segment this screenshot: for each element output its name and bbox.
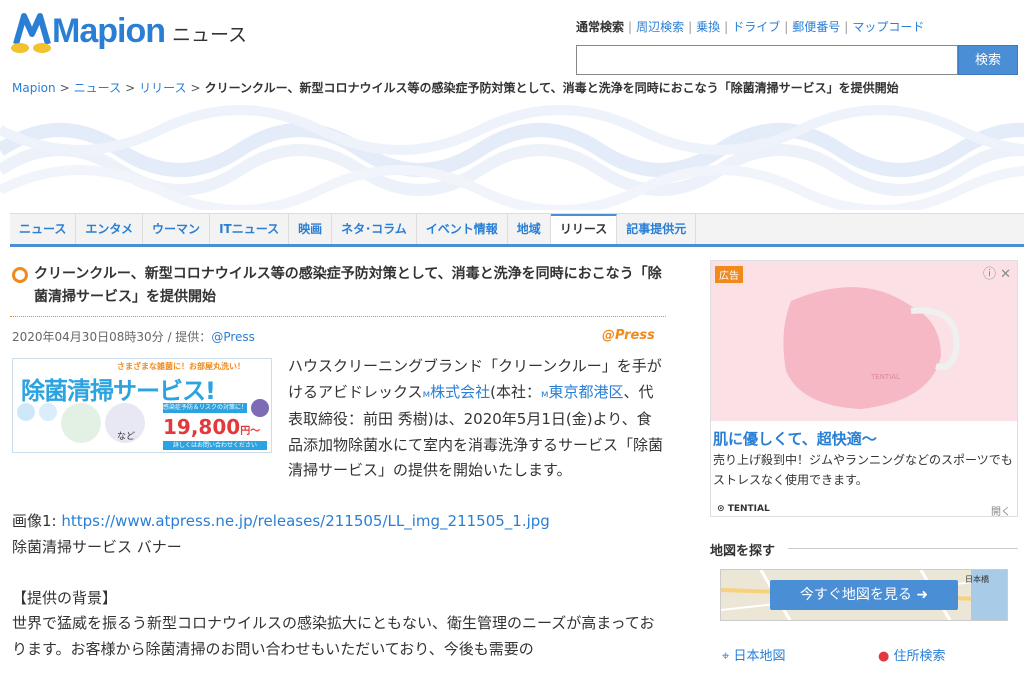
arrow-right-icon: ➜ xyxy=(916,587,929,603)
nav-item-region[interactable]: 地域 xyxy=(508,214,551,244)
nav-item-it-news[interactable]: ITニュース xyxy=(210,214,290,244)
article-paragraph: 世界で猛威を振るう新型コロナウイルスの感染拡大にともない、衛生管理のニーズが高ま… xyxy=(12,614,655,658)
provider-label: 提供： xyxy=(175,330,212,344)
search-tab-postal[interactable]: 郵便番号 xyxy=(792,20,840,34)
company-link[interactable]: ᴍ株式会社 xyxy=(423,383,491,401)
search-tab-mapcode[interactable]: マップコード xyxy=(852,20,924,34)
location-pin-icon: ● xyxy=(878,649,890,664)
search-tab-normal[interactable]: 通常検索 xyxy=(576,20,624,34)
search-button[interactable]: 検索 xyxy=(958,45,1018,75)
mapion-logo[interactable]: Mapion xyxy=(10,8,170,56)
ad-brand: ⊙ TENTIAL xyxy=(717,504,770,514)
ad-headline[interactable]: 肌に優しくて、超快適〜 xyxy=(713,428,877,449)
search-tab-nearby[interactable]: 周辺検索 xyxy=(636,20,684,34)
article-date: 2020年04月30日08時30分 xyxy=(12,330,164,344)
article-meta: 2020年04月30日08時30分 / 提供：@Press xyxy=(12,330,255,344)
banner-price: 19,800 xyxy=(163,415,241,439)
image-url-link[interactable]: https://www.atpress.ne.jp/releases/21150… xyxy=(61,512,549,530)
mapion-mascot-icon xyxy=(11,13,51,53)
sidebar-ad[interactable]: TENTIAL 広告 ⓘ ✕ 肌に優しくて、超快適〜 売り上げ殺到中！ジムやラン… xyxy=(710,260,1018,518)
nav-item-events[interactable]: イベント情報 xyxy=(417,214,508,244)
service-banner-image[interactable]: さまざまな雑菌に！お部屋丸洗い！ 除菌清掃サービス! など 感染症予防＆リスクの… xyxy=(12,358,272,453)
ad-image: TENTIAL xyxy=(711,261,1017,421)
face-mask-icon: TENTIAL xyxy=(783,287,960,409)
svg-text:日本橋: 日本橋 xyxy=(965,574,989,584)
nav-item-column[interactable]: ネタ･コラム xyxy=(332,214,417,244)
address-search-link[interactable]: ● 住所検索 xyxy=(878,645,946,664)
breadcrumb-item-release[interactable]: リリース xyxy=(139,81,186,95)
view-map-button[interactable]: 今すぐ地図を見る ➜ xyxy=(770,580,958,610)
map-section-title: 地図を探す xyxy=(710,544,776,559)
search-tabs: 通常検索 | 周辺検索 | 乗換 | ドライブ | 郵便番号 | マップコード xyxy=(576,20,925,34)
nav-item-woman[interactable]: ウーマン xyxy=(143,214,211,244)
provider-link[interactable]: @Press xyxy=(211,330,255,344)
ad-open-link[interactable]: 開く xyxy=(991,503,1011,518)
atpress-logo: @Press xyxy=(602,328,655,343)
location-link[interactable]: ᴍ東京都港区 xyxy=(541,383,624,401)
decorative-wave-banner xyxy=(0,105,1024,210)
search-tab-drive[interactable]: ドライブ xyxy=(732,20,780,34)
nav-item-providers[interactable]: 記事提供元 xyxy=(617,214,697,244)
article-title: クリーンクルー、新型コロナウイルス等の感染症予防対策として、消毒と洗浄を同時にお… xyxy=(34,266,662,305)
nav-item-entertainment[interactable]: エンタメ xyxy=(76,214,144,244)
banner-headline: 除菌清掃サービス! xyxy=(21,377,216,405)
breadcrumb-current: クリーンクルー、新型コロナウイルス等の感染症予防対策として、消毒と洗浄を同時にお… xyxy=(204,81,899,95)
breadcrumb-item-news[interactable]: ニュース xyxy=(74,81,121,95)
nav-item-movie[interactable]: 映画 xyxy=(289,214,333,244)
svg-text:TENTIAL: TENTIAL xyxy=(870,373,900,381)
japan-map-icon: ⌖ xyxy=(722,649,730,664)
map-section-divider xyxy=(788,548,1018,549)
search-tab-transit[interactable]: 乗換 xyxy=(696,20,720,34)
section-label: ニュース xyxy=(172,24,248,46)
breadcrumb: Mapion > ニュース > リリース > クリーンクルー、新型コロナウイルス等の感染症予… xyxy=(12,81,899,95)
image-caption: 除菌清掃サービス バナー xyxy=(12,537,182,556)
breadcrumb-item-mapion[interactable]: Mapion xyxy=(12,81,56,95)
virus-character-icon xyxy=(251,399,269,417)
site-header: Mapion ニュース 通常検索 | 周辺検索 | 乗換 | ドライブ | 郵便番号 | マップコー… xyxy=(0,0,1024,78)
search-input[interactable] xyxy=(576,45,958,75)
category-nav: ニュース エンタメ ウーマン ITニュース 映画 ネタ･コラム イベント情報 地… xyxy=(10,213,1024,247)
title-divider xyxy=(10,316,666,317)
nav-item-news[interactable]: ニュース xyxy=(10,214,77,244)
section-heading: 【提供の背景】 xyxy=(12,588,118,607)
nav-item-release[interactable]: リリース xyxy=(550,214,618,244)
image-label: 画像1: xyxy=(12,512,62,530)
japan-map-link[interactable]: ⌖ 日本地図 xyxy=(722,645,785,664)
ad-info-close-icon[interactable]: ⓘ ✕ xyxy=(983,263,1011,282)
ad-badge: 広告 xyxy=(715,266,743,283)
ad-description: 売り上げ殺到中！ジムやランニングなどのスポーツでもストレスなく使用できます。 xyxy=(713,453,1013,487)
logo-text: Mapion xyxy=(52,12,166,50)
